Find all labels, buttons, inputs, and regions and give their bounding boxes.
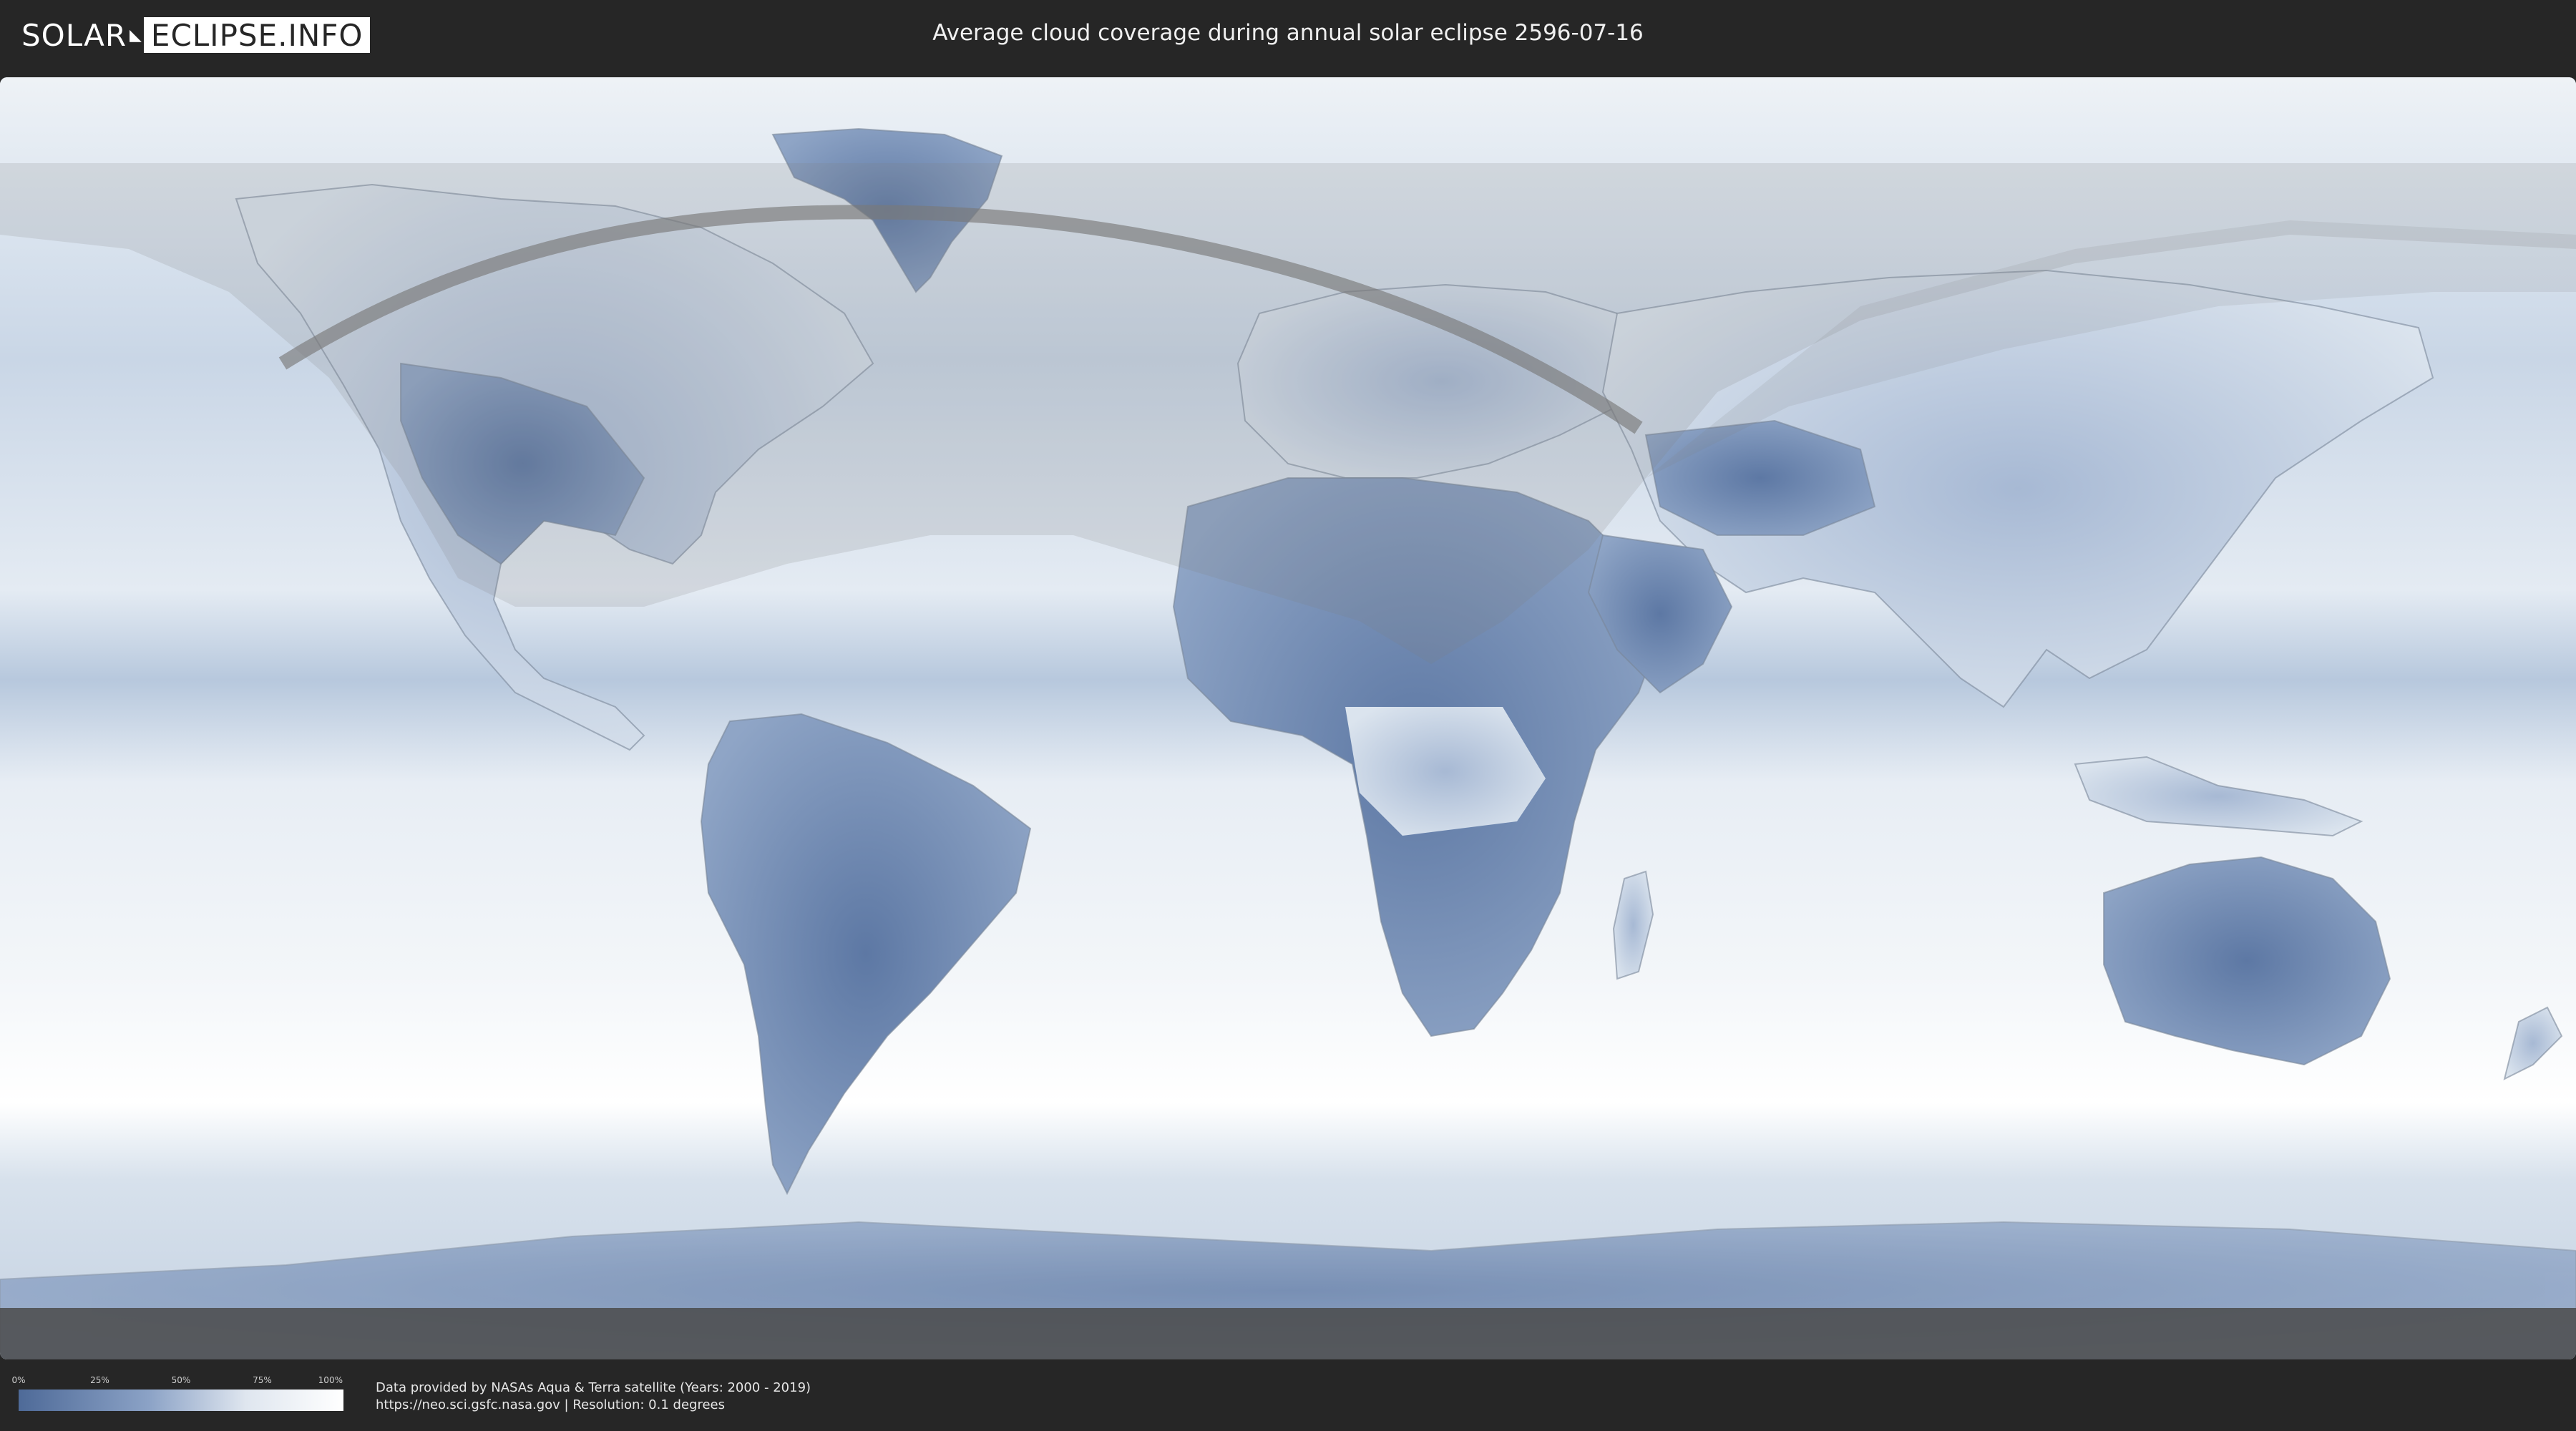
legend-color-bar bbox=[19, 1390, 343, 1411]
world-map-svg bbox=[0, 77, 2576, 1359]
data-credit: Data provided by NASAs Aqua & Terra sate… bbox=[376, 1379, 811, 1414]
legend-tick-75: 75% bbox=[253, 1375, 272, 1385]
cloud-coverage-map[interactable] bbox=[0, 77, 2576, 1359]
header: SOLAR ◣ ECLIPSE.INFO Average cloud cover… bbox=[0, 0, 2576, 70]
legend-tick-50: 50% bbox=[171, 1375, 191, 1385]
legend-ticks: 0% 25% 50% 75% 100% bbox=[11, 1375, 343, 1385]
footer: 0% 25% 50% 75% 100% Data provided by NAS… bbox=[0, 1359, 2576, 1431]
credit-line-1: Data provided by NASAs Aqua & Terra sate… bbox=[376, 1380, 811, 1395]
credit-line-2[interactable]: https://neo.sci.gsfc.nasa.gov | Resoluti… bbox=[376, 1397, 811, 1414]
polar-night-shading bbox=[0, 1308, 2576, 1359]
page-title: Average cloud coverage during annual sol… bbox=[932, 20, 1644, 46]
legend-tick-25: 25% bbox=[90, 1375, 109, 1385]
legend-tick-0: 0% bbox=[11, 1375, 26, 1385]
legend-tick-100: 100% bbox=[318, 1375, 343, 1385]
cloud-coverage-legend: 0% 25% 50% 75% 100% bbox=[11, 1375, 343, 1415]
